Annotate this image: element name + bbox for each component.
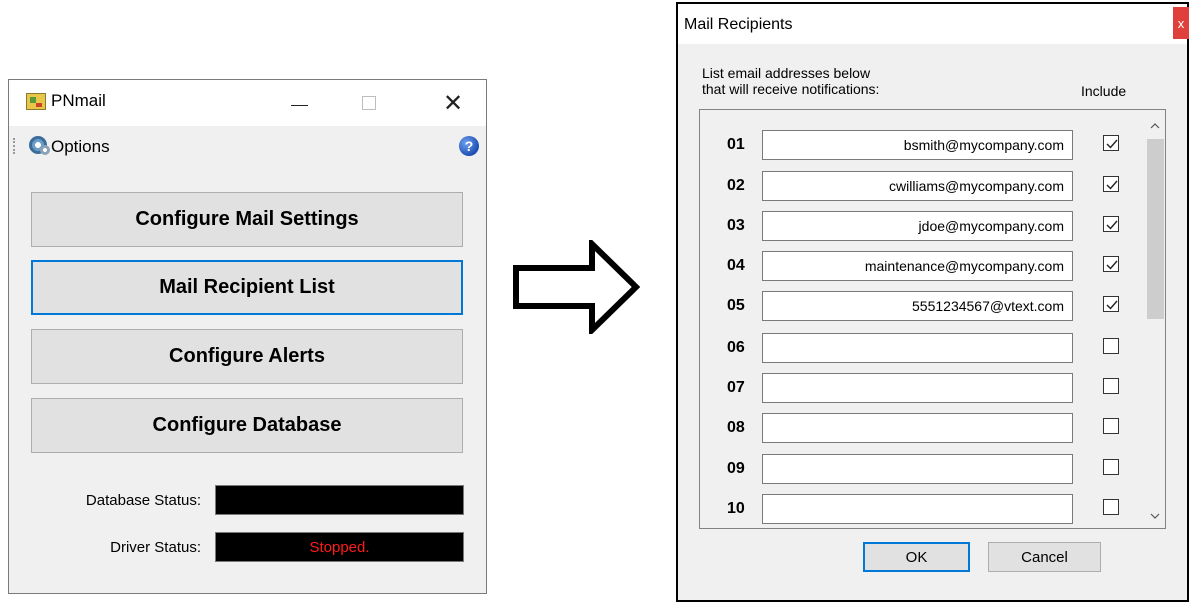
email-field[interactable]: jdoe@mycompany.com <box>762 211 1073 241</box>
recipient-row: 03 jdoe@mycompany.com <box>700 211 1140 241</box>
row-number: 02 <box>727 177 745 194</box>
database-status-display <box>215 485 464 515</box>
include-checkbox[interactable] <box>1103 176 1119 192</box>
recipient-list-panel: 01 bsmith@mycompany.com 02 cwilliams@myc… <box>699 109 1166 529</box>
checkmark-icon <box>1106 220 1118 230</box>
recipient-row: 10 <box>700 494 1140 524</box>
recipient-row: 06 <box>700 333 1140 363</box>
right-arrow-icon <box>513 240 640 334</box>
row-number: 05 <box>727 297 745 314</box>
include-checkbox[interactable] <box>1103 135 1119 151</box>
recipient-row: 09 <box>700 454 1140 484</box>
row-number: 07 <box>727 379 745 396</box>
email-field[interactable] <box>762 373 1073 403</box>
pnmail-titlebar[interactable]: PNmail ✕ <box>9 80 486 126</box>
scroll-down-button[interactable] <box>1145 506 1165 526</box>
email-field[interactable]: maintenance@mycompany.com <box>762 251 1073 281</box>
maximize-button[interactable] <box>339 80 399 126</box>
email-field[interactable] <box>762 333 1073 363</box>
email-field[interactable] <box>762 413 1073 443</box>
checkmark-icon <box>1106 139 1118 149</box>
include-checkbox[interactable] <box>1103 216 1119 232</box>
row-number: 10 <box>727 500 745 517</box>
recipient-row: 08 <box>700 413 1140 443</box>
instructions-text: List email addresses below that will rec… <box>702 65 879 97</box>
include-column-header: Include <box>1081 83 1127 99</box>
mail-recipients-dialog: Mail Recipients x List email addresses b… <box>676 2 1189 602</box>
email-field[interactable] <box>762 494 1073 524</box>
row-number: 09 <box>727 460 745 477</box>
include-checkbox[interactable] <box>1103 296 1119 312</box>
email-field[interactable] <box>762 454 1073 484</box>
configure-alerts-button[interactable]: Configure Alerts <box>31 329 463 384</box>
options-menu[interactable]: Options <box>51 137 110 157</box>
recipient-row: 02 cwilliams@mycompany.com <box>700 171 1140 201</box>
dialog-titlebar[interactable]: Mail Recipients x <box>678 4 1189 44</box>
pnmail-app-icon <box>26 93 46 110</box>
ok-button[interactable]: OK <box>863 542 970 572</box>
pnmail-window-title: PNmail <box>51 91 106 110</box>
configure-mail-settings-button[interactable]: Configure Mail Settings <box>31 192 463 247</box>
instructions-line-2: that will receive notifications: <box>702 81 880 97</box>
include-checkbox[interactable] <box>1103 459 1119 475</box>
driver-status-label: Driver Status: <box>110 539 201 556</box>
chevron-up-icon <box>1150 123 1160 129</box>
configure-database-button[interactable]: Configure Database <box>31 398 463 453</box>
options-gear-small-icon <box>40 145 50 155</box>
checkmark-icon <box>1106 260 1118 270</box>
include-checkbox[interactable] <box>1103 418 1119 434</box>
row-number: 04 <box>727 257 745 274</box>
scroll-thumb[interactable] <box>1147 139 1164 319</box>
include-checkbox[interactable] <box>1103 499 1119 515</box>
minimize-button[interactable] <box>269 80 329 126</box>
include-checkbox[interactable] <box>1103 378 1119 394</box>
help-icon[interactable]: ? <box>459 136 479 156</box>
database-status-label: Database Status: <box>85 492 201 509</box>
instructions-line-1: List email addresses below <box>702 65 871 81</box>
dialog-close-button[interactable]: x <box>1173 7 1189 39</box>
pnmail-window: PNmail ✕ Options ? Configure Mail Settin… <box>8 79 487 594</box>
email-field[interactable]: 5551234567@vtext.com <box>762 291 1073 321</box>
row-number: 01 <box>727 136 745 153</box>
email-field[interactable]: cwilliams@mycompany.com <box>762 171 1073 201</box>
toolbar-grip-icon[interactable] <box>13 138 16 154</box>
menu-toolbar: Options ? <box>9 126 486 166</box>
include-checkbox[interactable] <box>1103 256 1119 272</box>
maximize-icon <box>362 96 376 110</box>
scroll-up-button[interactable] <box>1145 116 1165 136</box>
email-field[interactable]: bsmith@mycompany.com <box>762 130 1073 160</box>
checkmark-icon <box>1106 180 1118 190</box>
row-number: 03 <box>727 217 745 234</box>
row-number: 06 <box>727 339 745 356</box>
minimize-icon <box>290 104 308 106</box>
recipient-row: 05 5551234567@vtext.com <box>700 291 1140 321</box>
vertical-scrollbar[interactable] <box>1145 110 1165 528</box>
dialog-title: Mail Recipients <box>684 16 793 33</box>
dialog-close-icon: x <box>1177 15 1185 31</box>
checkmark-icon <box>1106 300 1118 310</box>
driver-status-display: Stopped. <box>215 532 464 562</box>
cancel-button[interactable]: Cancel <box>988 542 1101 572</box>
row-number: 08 <box>727 419 745 436</box>
recipient-row: 04 maintenance@mycompany.com <box>700 251 1140 281</box>
recipient-row: 01 bsmith@mycompany.com <box>700 130 1140 160</box>
include-checkbox[interactable] <box>1103 338 1119 354</box>
close-icon: ✕ <box>442 89 464 117</box>
chevron-down-icon <box>1150 513 1160 519</box>
recipient-row: 07 <box>700 373 1140 403</box>
close-button[interactable]: ✕ <box>423 80 483 126</box>
mail-recipient-list-button[interactable]: Mail Recipient List <box>31 260 463 315</box>
